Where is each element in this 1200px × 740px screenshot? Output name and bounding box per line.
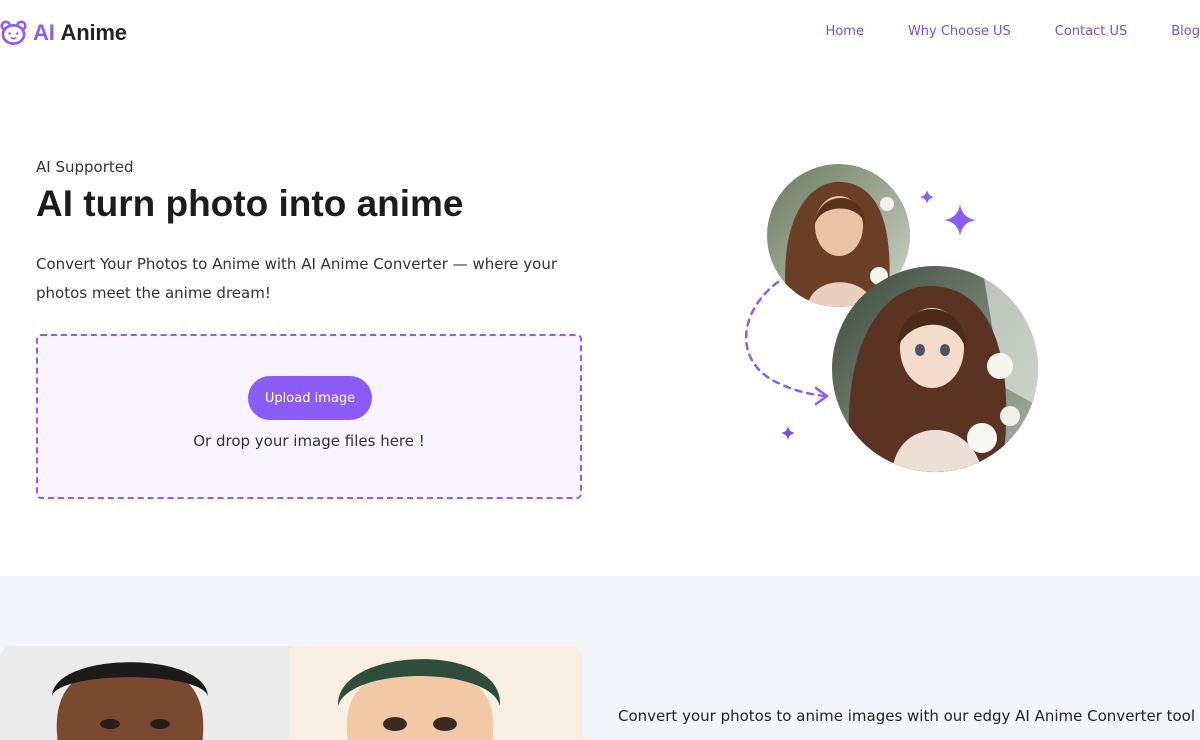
logo-ai: AI (33, 19, 55, 45)
after-anime-photo (290, 646, 582, 740)
logo-text: AI Anime (33, 20, 127, 46)
before-after-compare (0, 646, 582, 740)
hero-eyebrow: AI Supported (36, 158, 134, 176)
drop-hint: Or drop your image files here ! (193, 432, 425, 450)
nav-blog[interactable]: Blog (1171, 24, 1200, 39)
anime-photo (832, 266, 1038, 472)
nav-why-choose-us[interactable]: Why Choose US (908, 24, 1011, 39)
hero-illustration (740, 160, 1050, 480)
logo[interactable]: AI Anime (0, 19, 127, 46)
sparkle-icon (944, 204, 976, 236)
page-title: AI turn photo into anime (36, 183, 464, 224)
nav-contact-us[interactable]: Contact US (1055, 24, 1127, 39)
nav-home[interactable]: Home (826, 24, 864, 39)
section-intro-text: Convert your photos to anime images with… (618, 707, 1196, 725)
sparkle-icon (920, 190, 934, 204)
main-nav: Home Why Choose US Contact US Blog (826, 24, 1200, 39)
bear-logo-icon (0, 20, 27, 45)
image-dropzone[interactable]: Upload image Or drop your image files he… (36, 334, 582, 499)
site-header: AI Anime Home Why Choose US Contact US B… (0, 0, 1200, 68)
logo-anime: Anime (60, 19, 127, 45)
upload-image-button[interactable]: Upload image (248, 376, 372, 420)
sparkle-icon (781, 426, 795, 440)
hero-description: Convert Your Photos to Anime with AI Ani… (36, 255, 558, 302)
features-section: Convert your photos to anime images with… (0, 576, 1200, 740)
before-photo (0, 646, 290, 740)
